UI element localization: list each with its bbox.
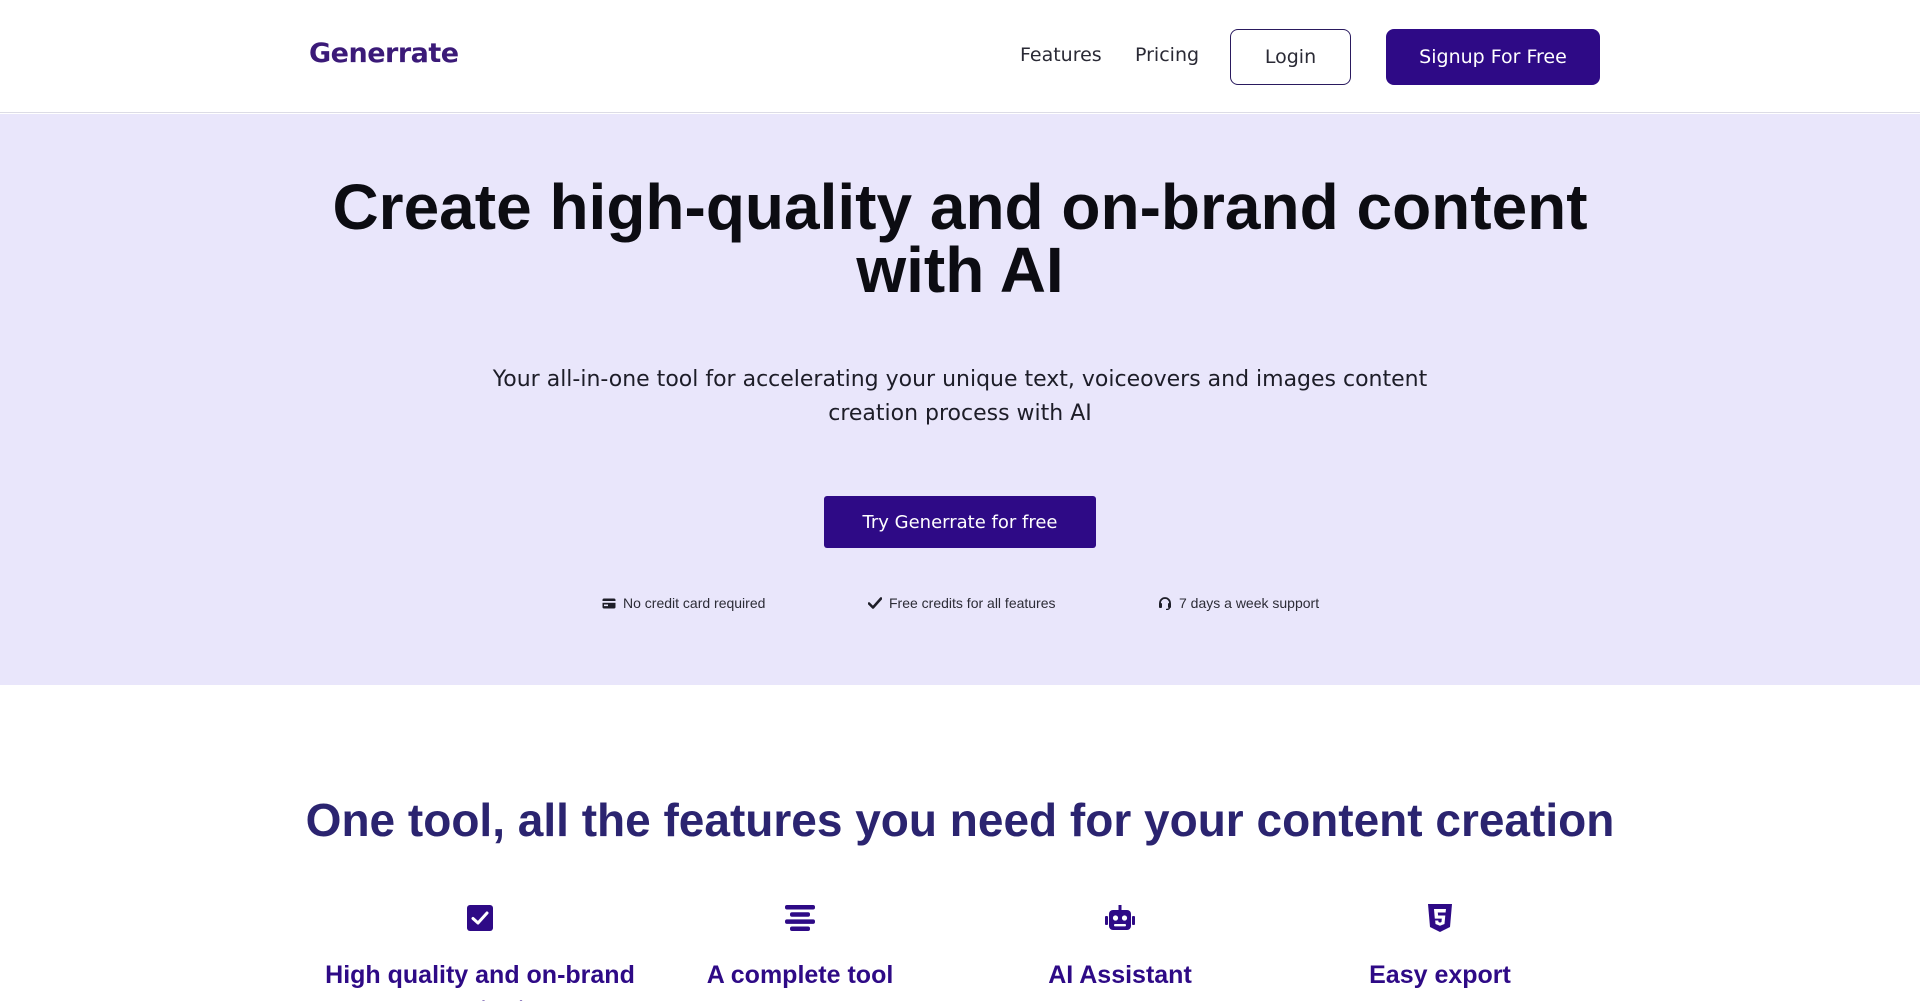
feature-title: A complete tool [706,961,894,989]
perk-support: 7 days a week support [1158,595,1319,611]
html5-icon [1280,903,1600,933]
perk-label: Free credits for all features [889,595,1056,611]
list-icon [640,903,960,933]
signup-button[interactable]: Signup For Free [1386,29,1600,85]
feature-card-ai-assistant: AI Assistant [960,903,1280,992]
login-button[interactable]: Login [1230,29,1351,85]
hero-title: Create high-quality and on-brand content… [332,171,1588,306]
brand-logo[interactable]: Generrate [309,38,459,69]
perk-no-credit-card: No credit card required [602,595,765,611]
credit-card-icon [602,598,616,609]
try-free-button[interactable]: Try Generrate for free [824,496,1096,548]
nav-link-pricing[interactable]: Pricing [1135,44,1199,66]
features-heading: One tool, all the features you need for … [305,794,1615,846]
feature-card-quality: High quality and on-brand content [320,903,640,1001]
robot-icon [960,903,1280,933]
feature-title: High quality and on-brand content [325,961,635,1001]
top-navbar: Generrate Features Pricing Login Signup … [0,0,1920,113]
feature-title: AI Assistant [1048,961,1192,989]
feature-title: Easy export [1369,961,1511,989]
checkbox-icon [320,903,640,933]
perk-label: 7 days a week support [1179,595,1320,611]
hero-section: Create high-quality and on-brand content… [0,114,1920,685]
perk-free-credits: Free credits for all features [868,595,1056,611]
check-icon [868,597,882,609]
headset-icon [1158,596,1172,610]
feature-card-easy-export: Easy export [1280,903,1600,992]
feature-card-complete-tool: A complete tool [640,903,960,992]
perk-label: No credit card required [623,595,766,611]
hero-subtitle: Your all-in-one tool for accelerating yo… [492,367,1428,426]
nav-link-features[interactable]: Features [1020,44,1102,66]
